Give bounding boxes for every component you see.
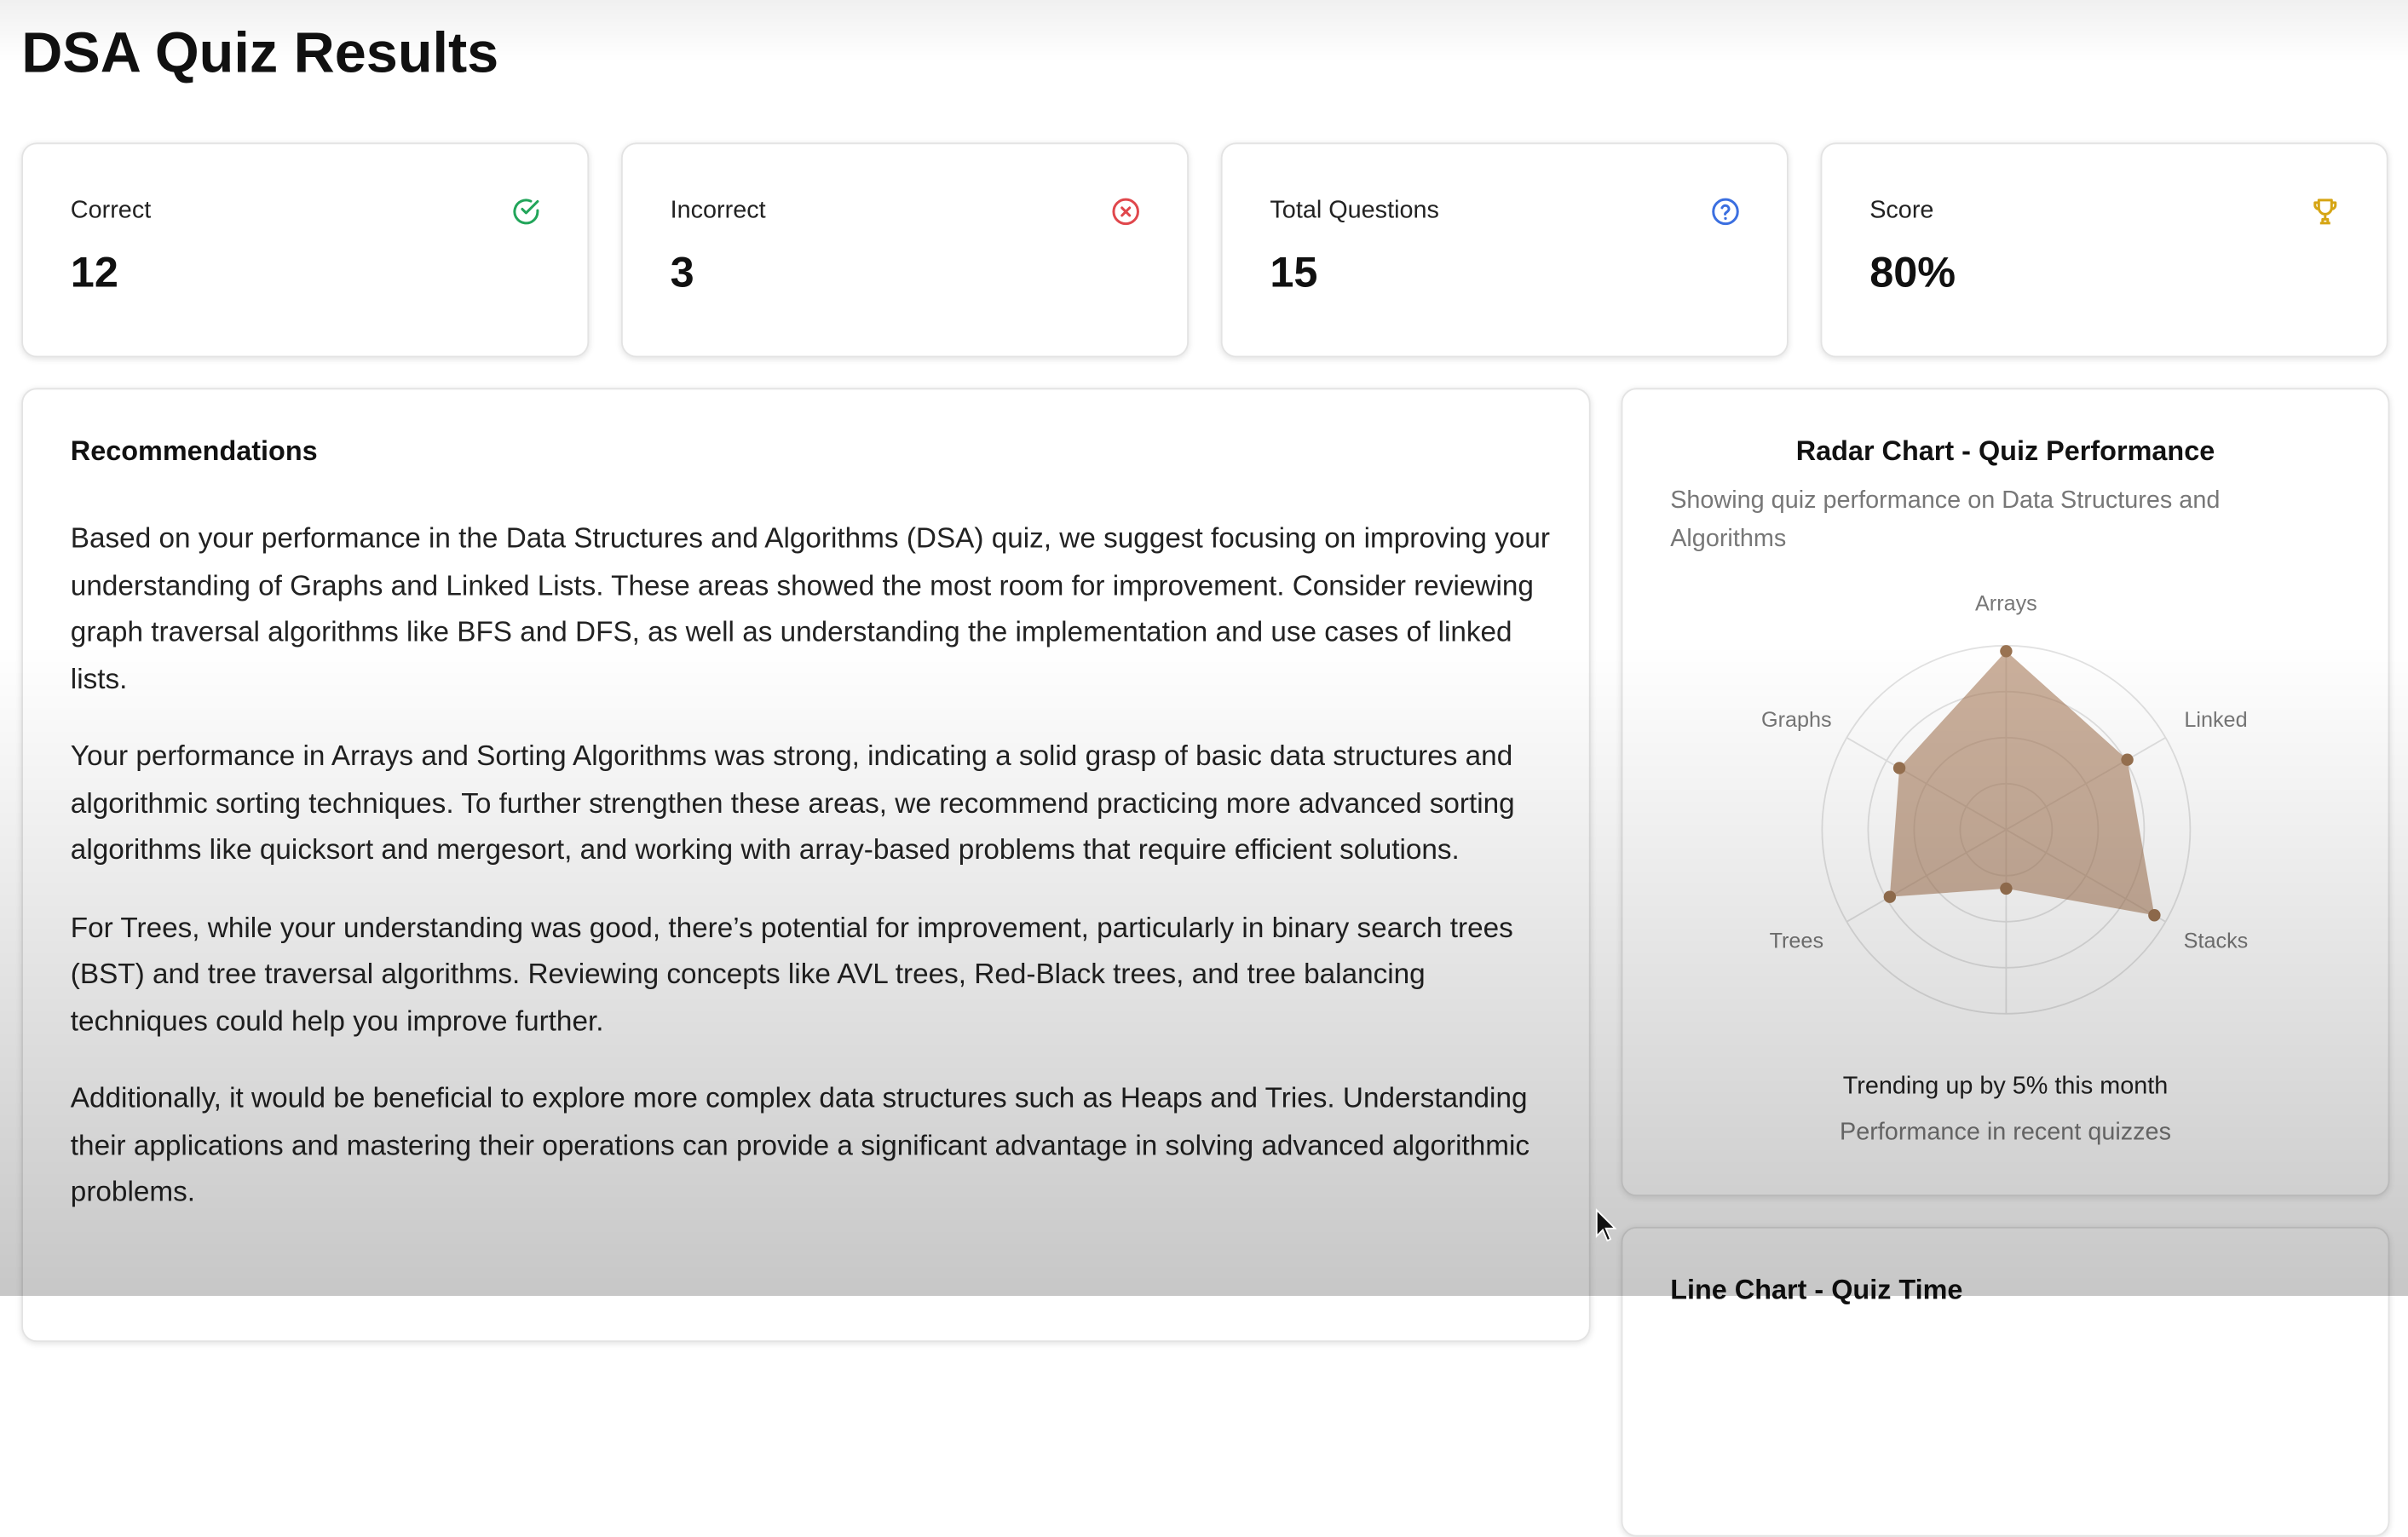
stat-label: Correct	[71, 198, 151, 225]
trend-line: Trending up by 5% this month	[1622, 1074, 2388, 1101]
stat-label: Score	[1869, 198, 1933, 225]
radar-axis-label: Stacks	[2184, 929, 2249, 953]
radar-chart: ArraysLinkedStacksQueuesTreesGraphs	[1622, 589, 2388, 1049]
stat-label: Total Questions	[1270, 198, 1439, 225]
page-title: DSA Quiz Results	[21, 21, 498, 86]
radar-axis-label: Graphs	[1761, 708, 1832, 732]
line-chart-card: Line Chart - Quiz Time	[1622, 1227, 2390, 1537]
stat-card-incorrect: Incorrect 3	[621, 142, 1189, 357]
recommendation-paragraph: For Trees, while your understanding was …	[71, 904, 1558, 1045]
stat-card-correct: Correct 12	[21, 142, 589, 357]
radar-chart-card: Radar Chart - Quiz Performance Showing q…	[1622, 388, 2390, 1196]
stat-value: 12	[71, 249, 118, 298]
x-circle-icon	[1110, 196, 1141, 227]
recommendations-card: Recommendations Based on your performanc…	[21, 388, 1590, 1342]
radar-chart-title: Radar Chart - Quiz Performance	[1622, 435, 2388, 468]
stat-value: 80%	[1869, 249, 1956, 298]
radar-axis-label: Linked	[2184, 708, 2247, 732]
radar-point	[2000, 883, 2012, 895]
check-circle-icon	[510, 196, 541, 227]
trend-text: Trending up by 5% this month	[1843, 1074, 2169, 1100]
stat-card-total-questions: Total Questions 15	[1221, 142, 1789, 357]
stat-value: 15	[1270, 249, 1317, 298]
radar-chart-footer: Performance in recent quizzes	[1622, 1120, 2388, 1147]
radar-chart-description: Showing quiz performance on Data Structu…	[1670, 481, 2330, 558]
radar-point	[2148, 909, 2160, 921]
radar-point	[1893, 762, 1905, 774]
radar-axis-label: Arrays	[1975, 591, 2037, 615]
radar-point	[1884, 890, 1896, 902]
stat-label: Incorrect	[671, 198, 766, 225]
stat-card-score: Score 80%	[1821, 142, 2388, 357]
line-chart-title: Line Chart - Quiz Time	[1670, 1275, 1962, 1307]
trophy-icon	[2310, 196, 2341, 227]
recommendation-paragraph: Based on your performance in the Data St…	[71, 515, 1558, 703]
mouse-cursor-icon	[1595, 1208, 1616, 1242]
recommendation-paragraph: Additionally, it would be beneficial to …	[71, 1075, 1558, 1216]
radar-axis-label: Trees	[1770, 929, 1823, 953]
stat-value: 3	[671, 249, 694, 298]
radar-point	[2121, 754, 2133, 766]
dashboard: DSA Quiz Results Correct 12 Incorrect 3 …	[0, 0, 2408, 1296]
help-circle-icon	[1710, 196, 1741, 227]
recommendation-paragraph: Your performance in Arrays and Sorting A…	[71, 733, 1558, 873]
radar-point	[2000, 645, 2012, 657]
radar-area	[1890, 651, 2155, 915]
recommendations-title: Recommendations	[71, 435, 318, 468]
